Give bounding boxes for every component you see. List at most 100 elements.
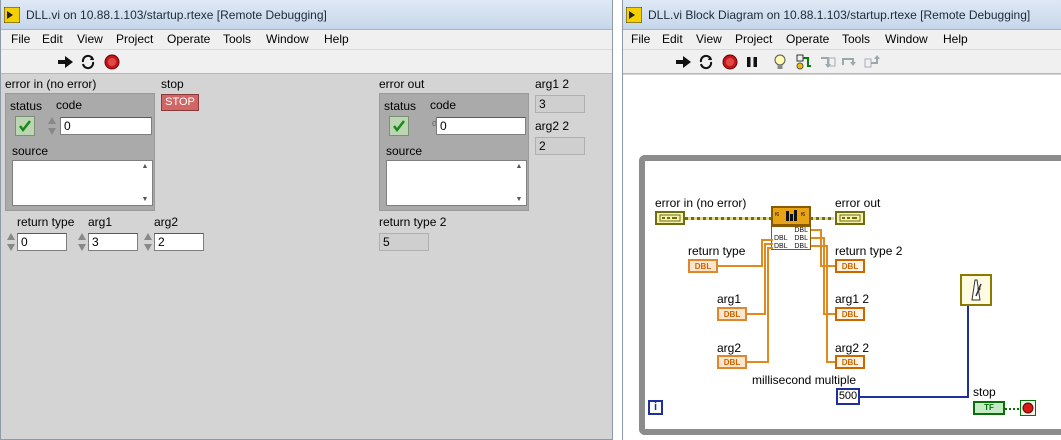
arg2-2-terminal-label: arg2 2 (835, 341, 870, 355)
error-in-code-field[interactable]: 0 (60, 117, 152, 135)
run-arrow-icon[interactable] (57, 53, 75, 71)
front-panel-title: DLL.vi on 10.88.1.103/startup.rtexe [Rem… (26, 8, 327, 22)
stop-button[interactable]: STOP (161, 94, 199, 111)
arg2-2-wire[interactable] (826, 245, 828, 363)
ms-multiple-wire[interactable] (967, 306, 969, 398)
menu-project[interactable]: Project (735, 32, 772, 46)
arg2-terminal[interactable]: DBL (717, 355, 747, 369)
return-type-2-wire[interactable] (820, 229, 822, 267)
arg2-spinner[interactable] (143, 231, 153, 253)
error-out-wire[interactable] (810, 217, 834, 220)
arg1-wire[interactable] (764, 243, 773, 245)
ms-multiple-label: millisecond multiple (752, 373, 857, 387)
front-panel-titlebar[interactable]: DLL.vi on 10.88.1.103/startup.rtexe [Rem… (1, 0, 612, 30)
return-type-2-indicator: 5 (379, 233, 429, 251)
error-in-status-checkbox[interactable] (15, 116, 35, 136)
menu-operate[interactable]: Operate (167, 32, 210, 46)
arg2-wire[interactable] (767, 247, 769, 363)
retain-wire-values-icon[interactable] (795, 53, 813, 71)
error-in-code-spinner[interactable] (47, 115, 57, 137)
arg1-label: arg1 (88, 215, 113, 229)
abort-execution-icon[interactable] (721, 53, 739, 71)
wait-until-next-ms-multiple-node[interactable] (960, 274, 992, 306)
return-type-2-label: return type 2 (379, 215, 447, 229)
error-in-wire[interactable] (685, 217, 773, 220)
menu-help[interactable]: Help (943, 32, 968, 46)
param-dbl-out: DBL (794, 243, 808, 250)
arg2-2-wire[interactable] (811, 245, 827, 247)
arg1-field[interactable]: 3 (88, 233, 138, 251)
menu-window[interactable]: Window (885, 32, 928, 46)
error-in-code-label: code (56, 98, 83, 112)
menu-window[interactable]: Window (266, 32, 309, 46)
stop-terminal[interactable]: TF (973, 401, 1005, 415)
block-diagram-titlebar[interactable]: DLL.vi Block Diagram on 10.88.1.103/star… (623, 0, 1061, 30)
arg2-2-terminal[interactable]: DBL (835, 355, 865, 369)
menu-operate[interactable]: Operate (786, 32, 829, 46)
menu-project[interactable]: Project (116, 32, 153, 46)
error-out-code-indicator: 0 (436, 117, 526, 135)
menu-tools[interactable]: Tools (842, 32, 870, 46)
error-in-source-textarea[interactable]: ▲ ▼ (12, 160, 153, 206)
menu-view[interactable]: View (696, 32, 722, 46)
return-type-2-terminal[interactable]: DBL (835, 259, 865, 273)
menu-file[interactable]: File (631, 32, 650, 46)
arg2-wire[interactable] (747, 361, 768, 363)
front-panel-window: DLL.vi on 10.88.1.103/startup.rtexe [Rem… (0, 0, 613, 440)
arg1-wire[interactable] (764, 243, 766, 315)
param-dbl-in: DBL (774, 243, 788, 250)
step-out-icon[interactable] (863, 53, 881, 71)
return-type-wire[interactable] (718, 265, 763, 267)
stop-terminal-label: stop (973, 385, 996, 399)
menu-help[interactable]: Help (324, 32, 349, 46)
menu-view[interactable]: View (77, 32, 103, 46)
pause-icon[interactable] (743, 53, 761, 71)
loop-condition-terminal[interactable] (1020, 400, 1036, 416)
run-arrow-icon[interactable] (675, 53, 693, 71)
ms-multiple-wire[interactable] (860, 396, 968, 398)
source-scrollbar[interactable]: ▲ ▼ (514, 163, 524, 203)
call-library-function-node[interactable]: f6 f6 (771, 206, 811, 226)
arg1-2-terminal-label: arg1 2 (835, 292, 870, 306)
error-in-terminal[interactable] (655, 211, 685, 225)
abort-execution-icon[interactable] (103, 53, 121, 71)
labview-diagram-icon (626, 7, 642, 23)
arg1-wire[interactable] (747, 313, 765, 315)
stop-wire[interactable] (1005, 408, 1021, 410)
error-out-source-label: source (386, 144, 423, 158)
return-type-terminal[interactable]: DBL (688, 259, 718, 273)
return-type-label: return type (17, 215, 75, 229)
arg1-terminal[interactable]: DBL (717, 307, 747, 321)
labview-vi-icon (4, 7, 20, 23)
arg1-2-wire[interactable] (823, 313, 835, 315)
arg2-2-label: arg2 2 (535, 119, 570, 133)
return-type-wire[interactable] (761, 239, 763, 267)
arg2-2-wire[interactable] (826, 361, 835, 363)
step-over-icon[interactable] (841, 53, 859, 71)
return-type-field[interactable]: 0 (17, 233, 67, 251)
return-type-spinner[interactable] (6, 231, 16, 253)
error-out-terminal[interactable] (835, 211, 865, 225)
menu-file[interactable]: File (11, 32, 30, 46)
menu-edit[interactable]: Edit (42, 32, 63, 46)
block-diagram-toolbar (623, 50, 1061, 74)
menu-tools[interactable]: Tools (223, 32, 251, 46)
arg1-2-wire[interactable] (823, 237, 825, 315)
error-in-terminal-label: error in (no error) (655, 196, 747, 210)
arg2-wire[interactable] (767, 247, 773, 249)
highlight-execution-bulb-icon[interactable] (771, 53, 789, 71)
source-scrollbar[interactable]: ▲ ▼ (140, 163, 150, 203)
run-continuously-icon[interactable] (697, 53, 715, 71)
error-out-source-textarea[interactable]: ▲ ▼ (386, 160, 527, 206)
menu-edit[interactable]: Edit (662, 32, 683, 46)
arg1-2-terminal[interactable]: DBL (835, 307, 865, 321)
arg2-field[interactable]: 2 (154, 233, 204, 251)
step-into-icon[interactable] (819, 53, 837, 71)
run-continuously-icon[interactable] (79, 53, 97, 71)
stop-if-true-icon (1022, 402, 1034, 414)
error-out-terminal-label: error out (835, 196, 881, 210)
return-type-wire[interactable] (761, 239, 773, 241)
arg1-spinner[interactable] (77, 231, 87, 253)
constant-500[interactable]: 500 (836, 388, 860, 405)
arg2-terminal-label: arg2 (717, 341, 742, 355)
